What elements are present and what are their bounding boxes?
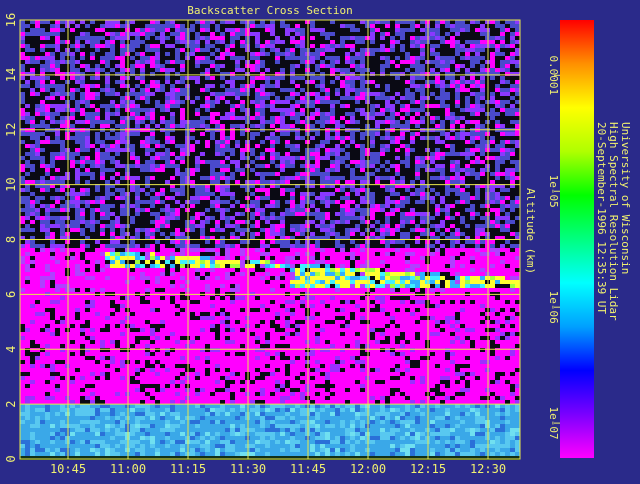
colorbar-tick-label: 0.0001 xyxy=(547,55,560,95)
y-tick-label: 12 xyxy=(4,123,18,137)
y-tick-label: 6 xyxy=(4,291,18,298)
backscatter-chart: Backscatter Cross Section 10:45 11:00 11:1… xyxy=(0,0,640,480)
colorbar-tick-label: 1e-06 xyxy=(547,291,560,324)
chart-title: Backscatter Cross Section xyxy=(187,4,353,17)
y-tick-label: 8 xyxy=(4,236,18,243)
x-tick-label: 10:45 xyxy=(50,462,86,476)
y-tick-label: 16 xyxy=(4,13,18,27)
annotation-line: 20-September-1996 12:35:39 UT xyxy=(595,122,608,314)
y-tick-label: 10 xyxy=(4,177,18,191)
colorbar-tick-label: 1e-05 xyxy=(547,175,560,208)
y-tick-label: 4 xyxy=(4,346,18,353)
x-tick-label: 11:15 xyxy=(170,462,206,476)
colorbar xyxy=(560,20,594,458)
colorbar-tick-label: 1e-07 xyxy=(547,407,560,440)
lidar-figure: Backscatter Cross Section 10:45 11:00 11:1… xyxy=(0,0,640,480)
y-tick-label: 14 xyxy=(4,68,18,82)
x-tick-label: 11:00 xyxy=(110,462,146,476)
x-tick-label: 11:45 xyxy=(290,462,326,476)
x-tick-label: 11:30 xyxy=(230,462,266,476)
y-axis-label: Altitude (km) xyxy=(524,188,537,274)
x-tick-label: 12:15 xyxy=(410,462,446,476)
x-tick-label: 12:30 xyxy=(470,462,506,476)
y-tick-label: 2 xyxy=(4,401,18,408)
x-tick-label: 12:00 xyxy=(350,462,386,476)
y-tick-label: 0 xyxy=(4,455,18,462)
